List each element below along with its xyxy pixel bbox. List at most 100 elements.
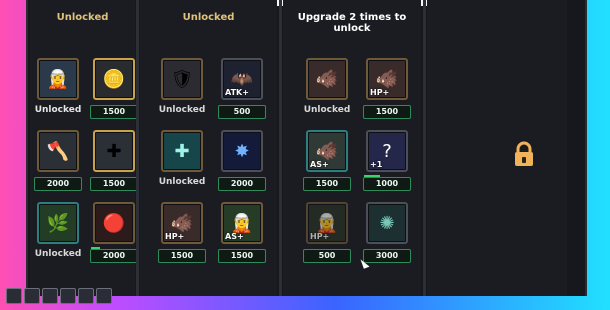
healer-glyph: ✚ [106, 140, 122, 162]
item-dark-burst[interactable]: ✸ 2000 [214, 130, 270, 191]
item-viking[interactable]: 🪓 2000 [30, 130, 86, 191]
whirl-icon: ✺ [366, 202, 408, 244]
price-value: 1500 [375, 107, 399, 116]
price-value: 1000 [375, 179, 399, 188]
price-box[interactable]: 1000 [363, 175, 411, 191]
divider [279, 0, 282, 296]
price-box[interactable]: 1500 [363, 105, 411, 119]
item-armor-knight[interactable]: 🛡 Unlocked [154, 58, 210, 115]
price-box[interactable]: 1500 [90, 105, 138, 119]
stat-tag: ATK+ [225, 88, 249, 97]
divider [423, 0, 426, 296]
pig-warrior-icon: 🐗 [306, 58, 348, 100]
column-2-header: Unlocked [182, 12, 235, 23]
avatar[interactable] [42, 288, 58, 304]
item-whirl[interactable]: ✺ 3000 [359, 202, 415, 263]
burst-glyph: ✸ [234, 140, 250, 162]
price-value: 1500 [102, 179, 126, 188]
column-3: Upgrade 2 times to unlock 🐗 Unlocked 🐗 H… [283, 0, 421, 296]
upgrade-panel: Unlocked 🧝 Unlocked 🪙 1500 🪓 2000 ✚ 1500 [26, 0, 587, 296]
column-4-locked [427, 0, 567, 296]
item-mystery-box[interactable]: ? +1 1000 [359, 130, 415, 191]
item-shadow-atk[interactable]: 🦇 ATK+ 500 [214, 58, 270, 119]
column-1-header: Unlocked [56, 12, 109, 23]
elf-as-icon: 🧝 AS+ [221, 202, 263, 244]
coin-glyph: 🪙 [102, 68, 126, 90]
price-value: 3000 [375, 251, 399, 260]
avatar[interactable] [24, 288, 40, 304]
price-box[interactable]: 500 [218, 105, 266, 119]
price-box[interactable]: 3000 [363, 249, 411, 263]
mystery-box-icon: ? +1 [366, 130, 408, 172]
item-pig-warrior[interactable]: 🐗 Unlocked [299, 58, 355, 115]
item-elf-hp[interactable]: 🧝 HP+ 500 [299, 202, 355, 263]
player-avatars [6, 288, 112, 304]
pig-as-icon: 🐗 AS+ [306, 130, 348, 172]
dark-burst-icon: ✸ [221, 130, 263, 172]
viking-icon: 🪓 [37, 130, 79, 172]
stat-tag: HP+ [165, 232, 185, 241]
item-label: Unlocked [158, 105, 206, 115]
price-box[interactable]: 2000 [218, 177, 266, 191]
leaf-icon: 🌿 [37, 202, 79, 244]
avatar[interactable] [60, 288, 76, 304]
whirl-glyph: ✺ [379, 212, 395, 234]
item-elf[interactable]: 🧝 Unlocked [30, 58, 86, 115]
item-leaf[interactable]: 🌿 Unlocked [30, 202, 86, 259]
price-value: 1500 [230, 251, 254, 260]
healer-icon: ✚ [93, 130, 135, 172]
viking-glyph: 🪓 [46, 140, 70, 162]
stat-tag: +1 [370, 160, 383, 169]
item-pig-hp[interactable]: 🐗 HP+ 1500 [154, 202, 210, 263]
price-value: 2000 [230, 179, 254, 188]
cross-glyph: ✚ [174, 140, 190, 162]
price-box[interactable]: 1500 [303, 177, 351, 191]
item-label: Unlocked [34, 105, 82, 115]
item-heal-cross[interactable]: ✚ Unlocked [154, 130, 210, 187]
price-box[interactable]: 500 [303, 249, 351, 263]
divider [136, 0, 139, 296]
elf-glyph: 🧝 [46, 68, 70, 90]
avatar[interactable] [78, 288, 94, 304]
padlock-icon [510, 140, 538, 168]
pig-glyph: 🐗 [315, 68, 339, 90]
armor-knight-icon: 🛡 [161, 58, 203, 100]
price-box[interactable]: 2000 [34, 177, 82, 191]
pig-hp-icon: 🐗 HP+ [161, 202, 203, 244]
price-box[interactable]: 1500 [90, 177, 138, 191]
item-elf-as[interactable]: 🧝 AS+ 1500 [214, 202, 270, 263]
item-label: Unlocked [34, 249, 82, 259]
column-2: Unlocked 🛡 Unlocked 🦇 ATK+ 500 ✚ Unlocke… [140, 0, 277, 296]
heal-cross-icon: ✚ [161, 130, 203, 172]
avatar[interactable] [6, 288, 22, 304]
item-pig-hp-2[interactable]: 🐗 HP+ 1500 [359, 58, 415, 119]
column-1: Unlocked 🧝 Unlocked 🪙 1500 🪓 2000 ✚ 1500 [30, 0, 138, 296]
price-value: 500 [318, 251, 336, 260]
price-box[interactable]: 1500 [218, 249, 266, 263]
red-orb-icon: 🔴 [93, 202, 135, 244]
price-box[interactable]: 2000 [90, 247, 138, 263]
avatar[interactable] [96, 288, 112, 304]
price-value: 2000 [46, 179, 70, 188]
item-healer[interactable]: ✚ 1500 [86, 130, 142, 191]
item-gold-coin[interactable]: 🪙 1500 [86, 58, 142, 119]
progress-fill [364, 175, 380, 177]
knight-glyph: 🛡 [170, 68, 194, 90]
stat-tag: HP+ [370, 88, 390, 97]
item-red-orb[interactable]: 🔴 2000 [86, 202, 142, 263]
price-value: 1500 [170, 251, 194, 260]
unit-elf-icon: 🧝 [37, 58, 79, 100]
stat-tag: AS+ [225, 232, 244, 241]
leaf-glyph: 🌿 [46, 212, 70, 234]
price-value: 1500 [102, 107, 126, 116]
gold-coin-icon: 🪙 [93, 58, 135, 100]
elf-hp-icon: 🧝 HP+ [306, 202, 348, 244]
item-pig-as[interactable]: 🐗 AS+ 1500 [299, 130, 355, 191]
price-value: 1500 [315, 179, 339, 188]
price-value: 500 [233, 107, 251, 116]
price-value: 2000 [102, 251, 126, 260]
orb-glyph: 🔴 [102, 212, 126, 234]
pig-hp-icon-2: 🐗 HP+ [366, 58, 408, 100]
price-box[interactable]: 1500 [158, 249, 206, 263]
item-label: Unlocked [158, 177, 206, 187]
